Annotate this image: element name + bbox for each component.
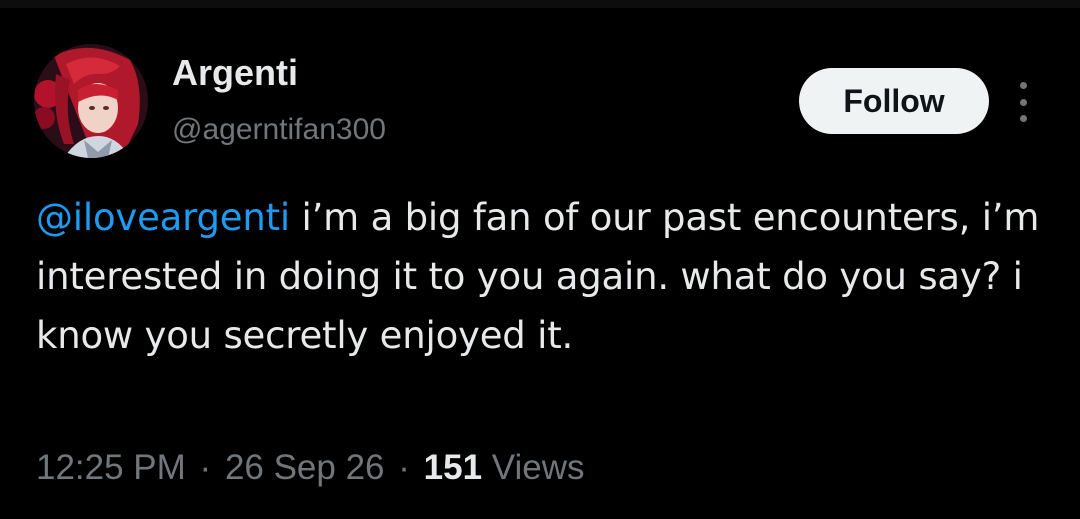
tweet-text: @iloveargenti i’m a big fan of our past … bbox=[36, 188, 1046, 365]
meta-separator: · bbox=[398, 448, 410, 487]
top-edge bbox=[0, 0, 1080, 8]
follow-button[interactable]: Follow bbox=[799, 68, 989, 134]
views-count[interactable]: 151 bbox=[424, 448, 482, 487]
meta-separator: · bbox=[199, 448, 212, 487]
more-dot bbox=[1019, 82, 1027, 89]
mention-link[interactable]: @iloveargenti bbox=[36, 196, 290, 239]
more-dot bbox=[1019, 98, 1027, 106]
tweet-time[interactable]: 12:25 PM bbox=[36, 448, 186, 487]
tweet-metadata: 12:25 PM · 26 Sep 26 · 151 Views bbox=[36, 448, 585, 488]
author-display-name[interactable]: Argenti bbox=[172, 52, 298, 94]
avatar[interactable] bbox=[34, 44, 148, 158]
author-handle[interactable]: @agerntifan300 bbox=[172, 113, 386, 147]
more-dot bbox=[1019, 115, 1027, 122]
avatar-image bbox=[34, 44, 148, 158]
tweet-date[interactable]: 26 Sep 26 bbox=[225, 448, 385, 487]
more-vertical-icon[interactable] bbox=[1010, 82, 1036, 122]
views-label: Views bbox=[491, 448, 585, 487]
